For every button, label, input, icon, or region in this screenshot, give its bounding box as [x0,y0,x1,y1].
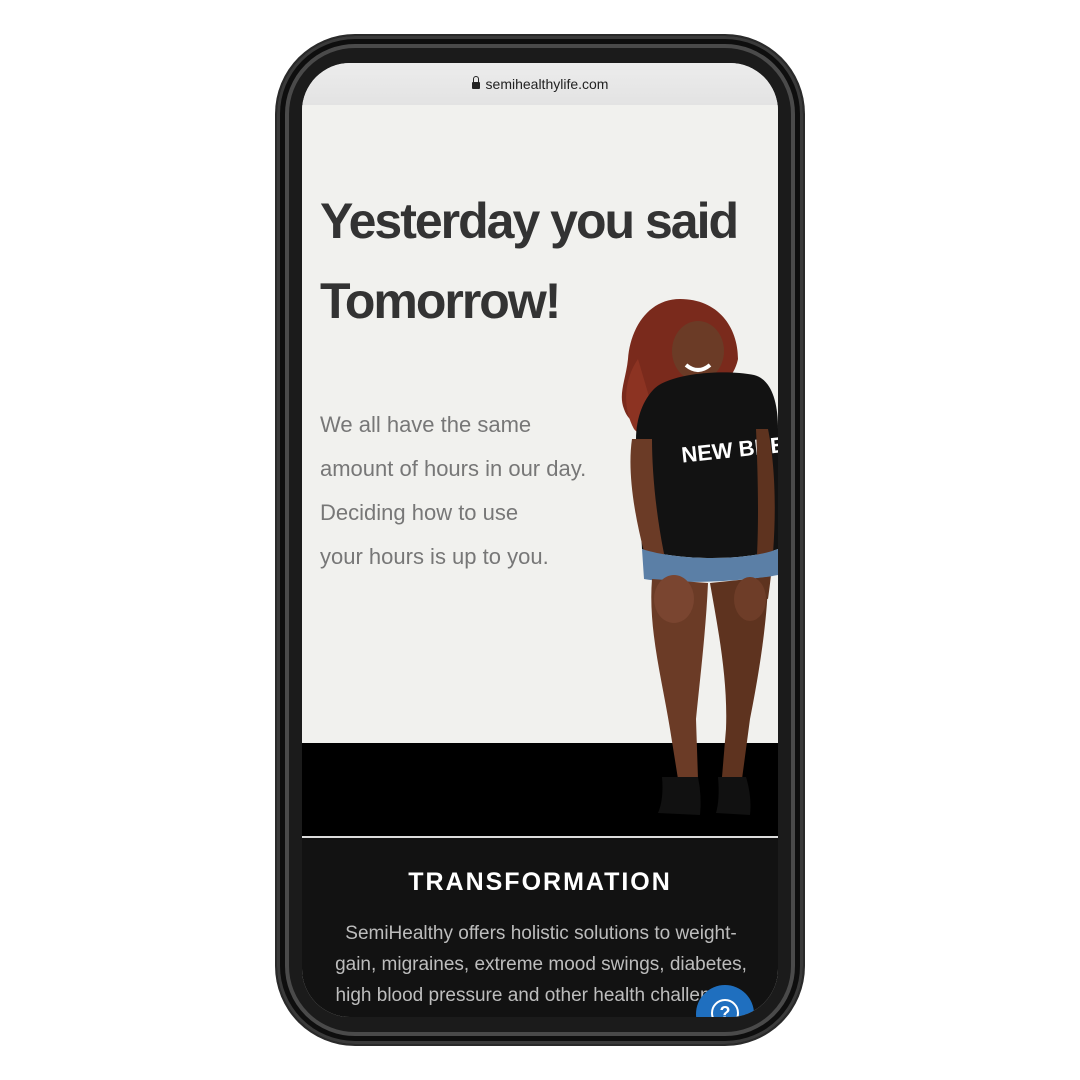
phone-frame: semihealthylife.com Yesterday you said T… [277,36,803,1044]
address-bar[interactable]: semihealthylife.com [302,63,778,106]
headline-line-1: Yesterday you said [320,193,739,249]
section-body: SemiHealthy offers holistic solutions to… [335,923,747,1017]
lock-icon [471,76,480,90]
woman-photo: NEW BREED [621,299,778,815]
phone-screen[interactable]: semihealthylife.com Yesterday you said T… [302,63,778,1017]
tagline-line: amount of hours in our day. [320,456,587,481]
tagline-line: We all have the same [320,412,532,437]
url-text[interactable]: semihealthylife.com [486,76,609,92]
headline-line-2: Tomorrow! [320,273,561,329]
tagline-line: Deciding how to use [320,500,519,525]
question-icon: ? [711,999,739,1017]
hero-tagline: We all have the same amount of hours in … [320,403,620,579]
section-title: TRANSFORMATION [408,868,672,896]
tagline-line: your hours is up to you. [320,544,549,569]
